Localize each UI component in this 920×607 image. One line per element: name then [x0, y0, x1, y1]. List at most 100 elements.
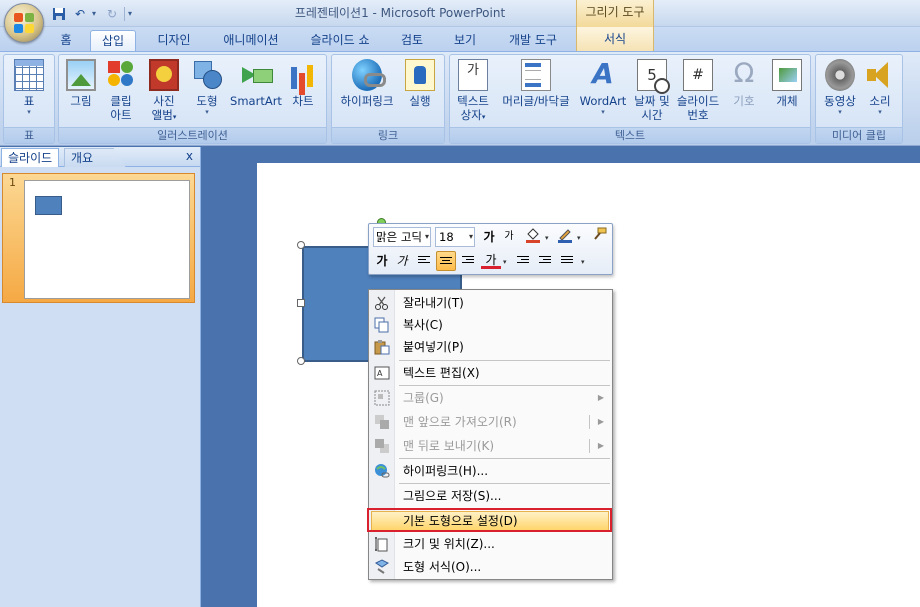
smartart-button[interactable]: SmartArt — [229, 57, 283, 108]
menu-item-paste[interactable]: 붙여넣기(P) — [369, 336, 612, 358]
tab-design[interactable]: 디자인 — [146, 30, 202, 51]
slide-thumbnail-selected[interactable]: 1 — [2, 173, 195, 303]
line-color-button[interactable] — [555, 227, 575, 247]
pencil-icon — [558, 229, 572, 243]
menu-item-format-shape-label: 도형 서식(O)... — [403, 560, 482, 574]
split-separator — [589, 415, 590, 429]
paintbrush-icon — [594, 227, 607, 240]
hyperlink-button[interactable]: 하이퍼링크 — [336, 57, 398, 108]
font-name-box[interactable]: 맑은 고딕 ▾ — [373, 227, 431, 247]
menu-item-send-to-back: 맨 뒤로 보내기(K) ▶ — [369, 435, 612, 457]
hyperlink-label: 하이퍼링크 — [340, 94, 394, 108]
chevron-down-icon[interactable]: ▾ — [503, 258, 507, 266]
align-left-button[interactable] — [414, 251, 434, 271]
photo-album-button[interactable]: 사진 앨범▾ — [145, 57, 183, 124]
tab-slide-show[interactable]: 슬라이드 쇼 — [298, 30, 382, 51]
chevron-down-icon: ▾ — [878, 108, 882, 116]
symbol-label: 기호 — [733, 94, 755, 108]
action-button[interactable]: 실행 — [402, 57, 438, 108]
slide-number-label-1: 슬라이드 — [676, 94, 720, 108]
wordart-icon: A — [592, 57, 614, 90]
thumbnail-rectangle — [35, 196, 62, 215]
slide-thumbnail[interactable] — [24, 180, 190, 299]
resize-handle-top-left[interactable] — [297, 241, 305, 249]
group-label-illustrations: 일러스트레이션 — [59, 127, 326, 143]
clipart-button[interactable]: 클립 아트 — [103, 57, 139, 122]
tab-format[interactable]: 서식 — [576, 27, 654, 51]
decrease-indent-button[interactable] — [513, 251, 533, 271]
increase-indent-button[interactable] — [535, 251, 555, 271]
bullets-button[interactable] — [557, 251, 577, 271]
chart-button[interactable]: 차트 — [285, 57, 321, 108]
align-right-button[interactable] — [458, 251, 478, 271]
italic-button[interactable]: 가 — [392, 251, 412, 271]
svg-text:A: A — [377, 369, 383, 378]
wordart-button[interactable]: A WordArt ▾ — [578, 57, 628, 117]
object-button[interactable]: 개체 — [768, 57, 806, 108]
date-time-button[interactable]: 5 날짜 및 시간 — [630, 57, 674, 122]
menu-item-bring-to-front-label: 맨 앞으로 가져오기(R) — [403, 415, 517, 429]
split-separator — [589, 439, 590, 453]
sound-button[interactable]: 소리 ▾ — [862, 57, 898, 117]
ribbon: 표 ▾ 표 그림 클립 아트 사진 앨범▾ 도형 ▾ SmartArt 차트 일… — [0, 51, 920, 146]
photo-album-icon — [149, 59, 179, 91]
format-painter-button[interactable] — [589, 227, 609, 247]
table-button[interactable]: 표 ▾ — [9, 57, 49, 117]
globe-link-icon — [374, 463, 390, 479]
header-footer-button[interactable]: 머리글/바닥글 — [496, 57, 576, 108]
menu-item-size-and-position-label: 크기 및 위치(Z)... — [403, 537, 495, 551]
tab-slides[interactable]: 슬라이드 — [1, 148, 60, 167]
object-icon — [772, 59, 802, 91]
movie-button[interactable]: 동영상 ▾ — [820, 57, 860, 117]
tab-review[interactable]: 검토 — [392, 30, 432, 51]
resize-handle-bottom-left[interactable] — [297, 357, 305, 365]
chevron-down-icon[interactable]: ▾ — [545, 234, 549, 242]
header-footer-icon — [521, 59, 551, 91]
menu-item-save-as-picture[interactable]: 그림으로 저장(S)... — [369, 485, 612, 507]
shrink-font-button[interactable]: 가 — [499, 227, 519, 247]
drawing-tools-header: 그리기 도구 — [576, 0, 654, 27]
menu-item-hyperlink[interactable]: 하이퍼링크(H)... — [369, 460, 612, 482]
edit-text-icon: A — [374, 365, 390, 381]
textbox-icon: 가 — [458, 59, 488, 91]
resize-handle-left[interactable] — [297, 299, 305, 307]
slide-number-button[interactable]: # 슬라이드 번호 — [674, 57, 722, 122]
chevron-down-icon[interactable]: ▾ — [469, 228, 473, 246]
picture-button-label: 그림 — [70, 94, 92, 108]
menu-item-edit-text[interactable]: A 텍스트 편집(X) — [369, 362, 612, 384]
chevron-down-icon: ▾ — [27, 108, 31, 116]
shapes-button[interactable]: 도형 ▾ — [187, 57, 227, 117]
chevron-down-icon[interactable]: ▾ — [577, 234, 581, 242]
group-label-table: 표 — [4, 127, 54, 143]
menu-item-copy[interactable]: 복사(C) — [369, 314, 612, 336]
grow-font-button[interactable]: 가 — [479, 227, 499, 247]
header-footer-label: 머리글/바닥글 — [502, 94, 570, 108]
menu-item-size-and-position[interactable]: 크기 및 위치(Z)... — [369, 533, 612, 555]
symbol-button[interactable]: Ω 기호 — [726, 57, 762, 109]
date-time-label-2: 시간 — [641, 108, 663, 122]
tab-view[interactable]: 보기 — [444, 30, 486, 51]
chevron-down-icon[interactable]: ▾ — [581, 258, 585, 266]
chevron-down-icon[interactable]: ▾ — [425, 228, 429, 246]
menu-item-cut[interactable]: 잘라내기(T) — [369, 292, 612, 314]
tab-outline[interactable]: 개요 — [64, 148, 126, 167]
group-label-text: 텍스트 — [450, 127, 810, 143]
close-icon[interactable]: x — [186, 149, 193, 163]
slide-number-label-2: 번호 — [687, 108, 709, 122]
bold-button[interactable]: 가 — [372, 251, 392, 271]
tab-animations[interactable]: 애니메이션 — [212, 30, 290, 51]
textbox-button[interactable]: 가 텍스트 상자▾ — [452, 57, 494, 124]
bullets-icon — [561, 256, 573, 266]
tab-home[interactable]: 홈 — [52, 30, 80, 51]
tab-developer[interactable]: 개발 도구 — [498, 30, 568, 51]
picture-button[interactable]: 그림 — [63, 57, 99, 108]
tab-insert[interactable]: 삽입 — [90, 30, 136, 51]
office-button[interactable] — [4, 3, 44, 43]
chart-icon — [288, 59, 318, 91]
font-color-button[interactable]: 가 — [481, 251, 501, 269]
font-size-box[interactable]: 18 ▾ — [435, 227, 475, 247]
menu-item-format-shape[interactable]: 도형 서식(O)... — [369, 556, 612, 578]
align-center-button[interactable] — [436, 251, 456, 271]
fill-color-button[interactable] — [523, 227, 543, 247]
menu-separator — [399, 385, 610, 386]
